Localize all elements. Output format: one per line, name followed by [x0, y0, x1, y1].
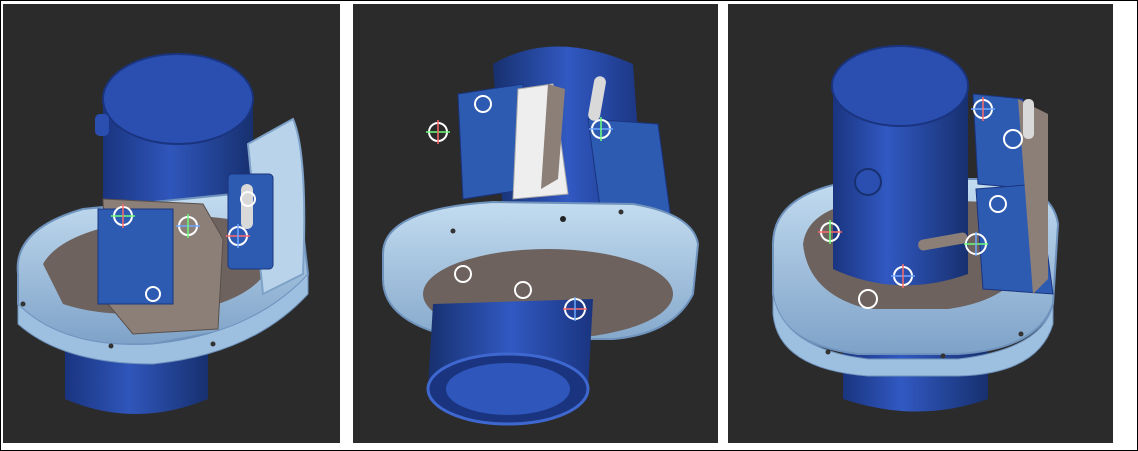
servo-horn-icon [1023, 99, 1034, 139]
cylinder-bore [446, 363, 570, 415]
assembly-render-2 [382, 46, 700, 426]
cad-viewport-2[interactable] [353, 4, 718, 443]
assembly-render-1 [16, 53, 310, 414]
cad-viewport-1[interactable] [3, 4, 340, 443]
cylinder-top-cap [831, 45, 969, 127]
assembly-render-3 [772, 45, 1060, 412]
side-boss [95, 114, 109, 136]
servo-body-front [97, 208, 174, 305]
cad-viewport-3[interactable] [728, 4, 1113, 443]
side-boss [854, 168, 882, 196]
cylinder-top-cap [102, 53, 254, 145]
screenshot-frame [0, 0, 1138, 451]
